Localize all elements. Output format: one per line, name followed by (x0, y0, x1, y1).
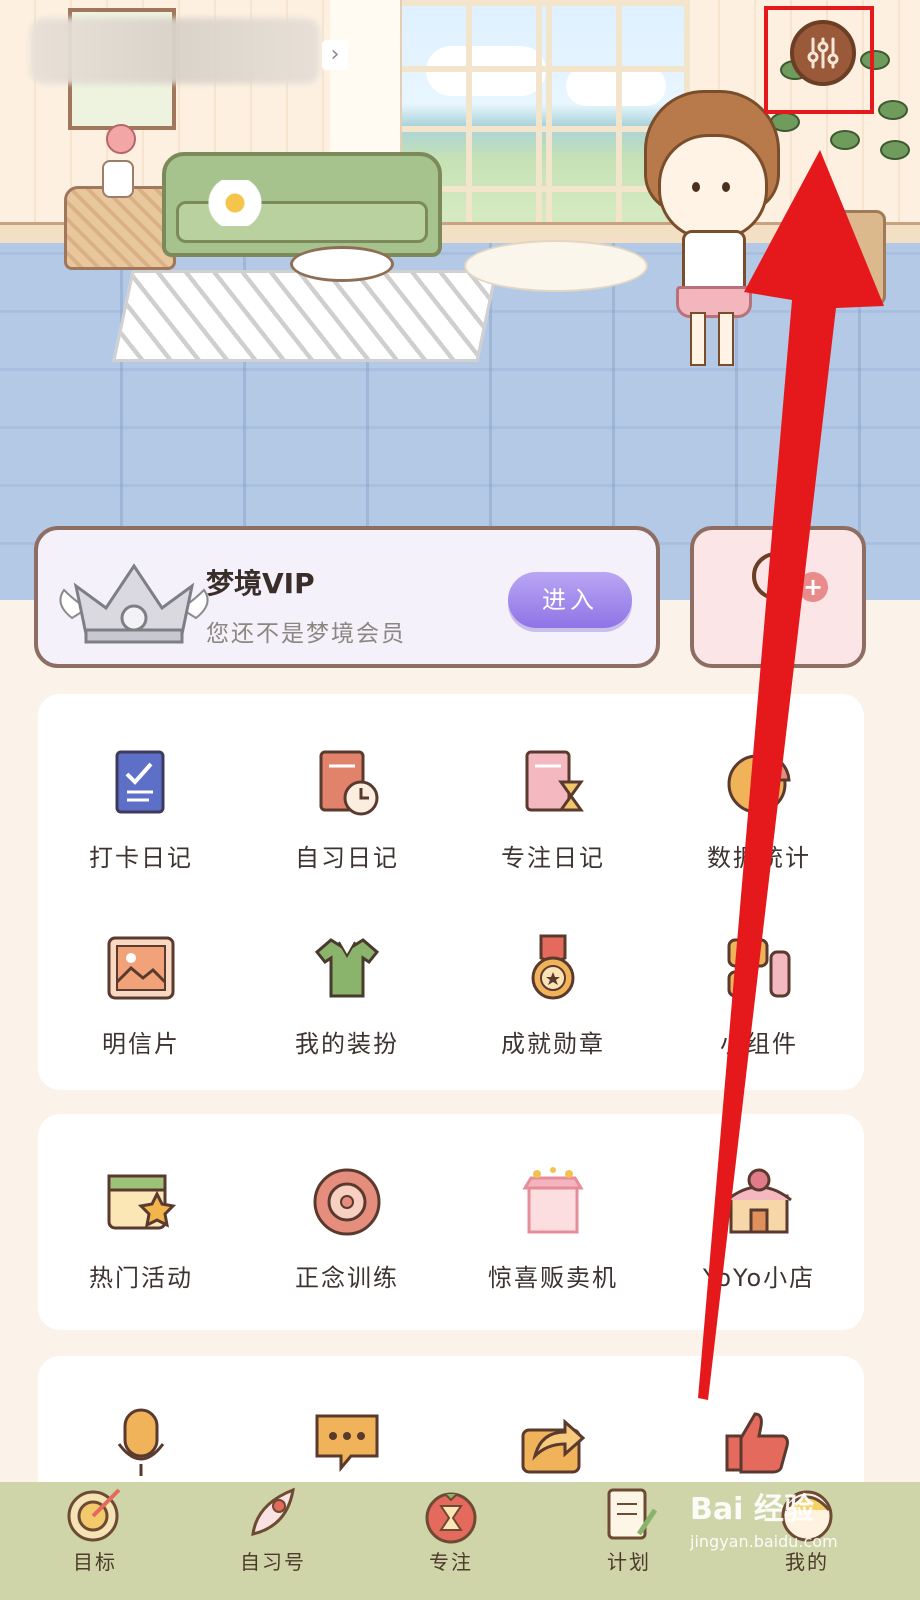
annotation-arrow (698, 150, 884, 1400)
